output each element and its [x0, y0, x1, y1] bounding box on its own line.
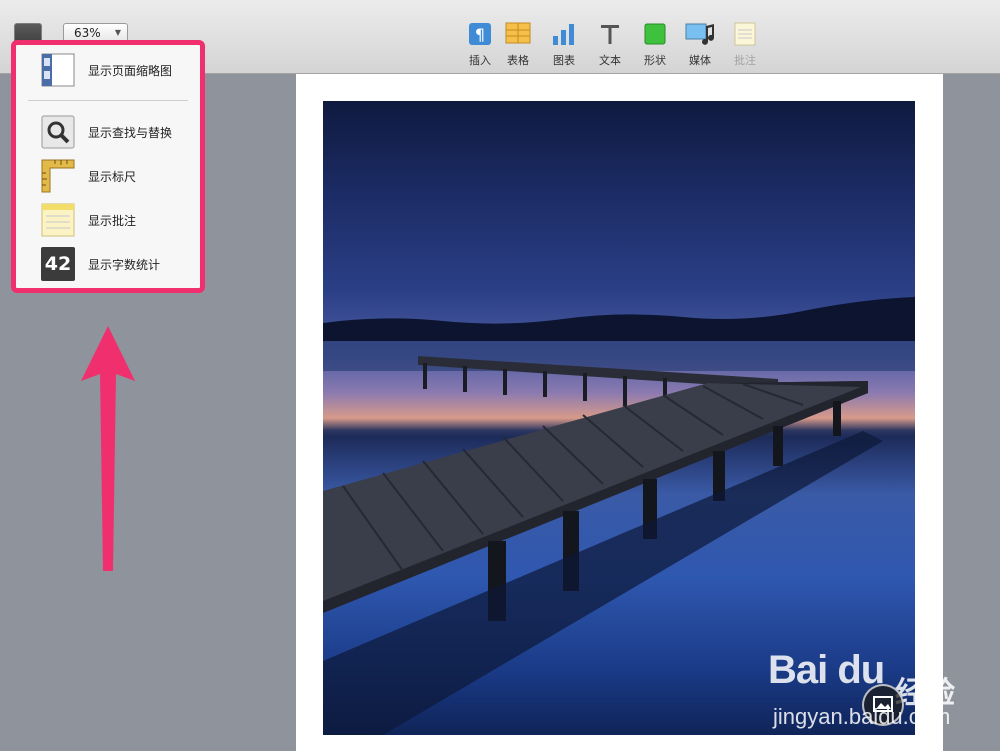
chart-icon [551, 22, 577, 50]
pilcrow-icon: ¶ [468, 22, 492, 50]
notes-icon [41, 203, 75, 237]
menu-item-page-thumbnails[interactable]: 显示页面缩略图 [41, 53, 201, 87]
shape-button[interactable]: 形状 [633, 20, 677, 68]
media-label: 媒体 [689, 54, 711, 67]
menu-item-label: 显示字数统计 [88, 258, 161, 272]
table-button[interactable]: 表格 [496, 20, 540, 68]
menu-item-label: 显示查找与替换 [88, 126, 173, 140]
annotation-arrow-icon [81, 326, 135, 571]
zoom-value: 63% [74, 26, 101, 40]
workspace-right [943, 74, 1000, 751]
menu-item-label: 显示批注 [88, 214, 137, 228]
magnifier-icon [41, 115, 75, 149]
comment-label: 批注 [734, 54, 756, 67]
shape-label: 形状 [644, 54, 666, 67]
text-label: 文本 [599, 54, 621, 67]
comment-icon [734, 22, 756, 50]
svg-text:¶: ¶ [475, 25, 485, 44]
chart-button[interactable]: 图表 [542, 20, 586, 68]
shape-icon [643, 22, 667, 50]
ruler-icon [41, 159, 75, 193]
media-button[interactable]: 媒体 [678, 20, 722, 68]
pier-illustration [323, 297, 915, 735]
menu-item-label: 显示页面缩略图 [88, 64, 173, 78]
menu-item-find-replace[interactable]: 显示查找与替换 [41, 115, 201, 149]
word-count-icon: 42 [41, 247, 75, 281]
comment-button[interactable]: 批注 [723, 20, 767, 68]
menu-item-word-count[interactable]: 42 显示字数统计 [41, 247, 201, 281]
chart-label: 图表 [553, 54, 575, 67]
menu-item-label: 显示标尺 [88, 170, 137, 184]
text-button[interactable]: 文本 [588, 20, 632, 68]
menu-separator [28, 100, 188, 101]
table-label: 表格 [507, 54, 529, 67]
page-thumbnails-icon [41, 53, 75, 87]
media-icon [685, 22, 715, 52]
menu-item-comments[interactable]: 显示批注 [41, 203, 201, 237]
text-icon [598, 22, 622, 50]
menu-item-ruler[interactable]: 显示标尺 [41, 159, 201, 193]
pier-photo[interactable] [323, 101, 915, 735]
watermark-url: jingyan.baidu.com [773, 704, 951, 729]
table-icon [505, 22, 531, 48]
view-menu: 显示页面缩略图 显示查找与替换 显示标尺 显示批注 42 显示字数统计 [11, 40, 205, 293]
